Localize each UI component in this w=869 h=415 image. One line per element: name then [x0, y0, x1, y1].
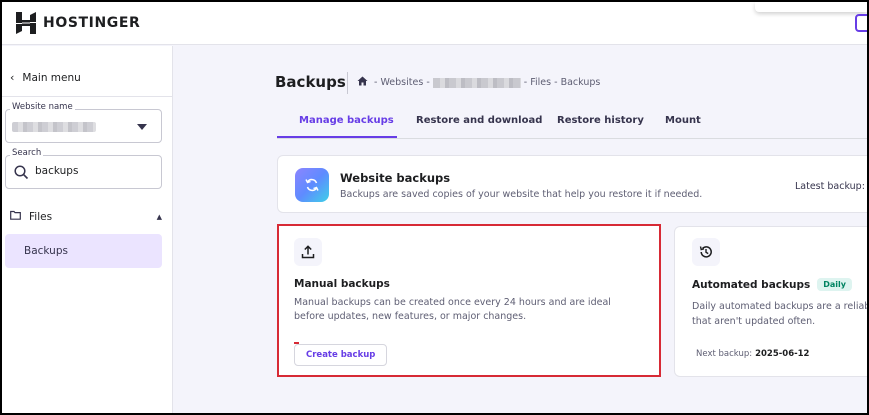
- automated-backups-description: Daily automated backups are a reliable t…: [692, 299, 867, 329]
- sidebar-item-label: Backups: [24, 245, 68, 257]
- hostinger-logo[interactable]: HOSTINGER: [16, 12, 140, 34]
- search-icon: [14, 165, 29, 184]
- automated-backups-card: Automated backups Daily Daily automated …: [674, 226, 867, 377]
- main-menu-link[interactable]: ‹ Main menu: [10, 71, 81, 84]
- history-icon: [692, 238, 720, 266]
- upload-icon: [294, 238, 322, 266]
- search-label: Search: [10, 148, 44, 158]
- breadcrumb-sep: -: [523, 77, 528, 88]
- breadcrumb-sep: -: [426, 77, 430, 88]
- folder-icon: [10, 210, 21, 223]
- daily-badge: Daily: [817, 278, 852, 291]
- website-backups-description: Backups are saved copies of your website…: [340, 189, 703, 200]
- chevron-up-icon: ▲: [156, 212, 162, 221]
- tab-manage-backups[interactable]: Manage backups: [299, 115, 394, 126]
- sidebar-group-files[interactable]: Files ▲: [10, 210, 162, 223]
- manual-backups-title: Manual backups: [294, 278, 390, 290]
- top-bar: HOSTINGER: [2, 2, 867, 45]
- latest-backup-label: Latest backup: 2: [795, 181, 867, 192]
- website-backups-title: Website backups: [340, 171, 451, 185]
- automated-desc-line2: that aren't updated often.: [692, 316, 816, 327]
- sidebar: ‹ Main menu Website name Search backups …: [2, 46, 173, 413]
- home-icon[interactable]: [357, 76, 368, 89]
- tab-restore-and-download[interactable]: Restore and download: [416, 115, 542, 126]
- chevron-left-icon: ‹: [10, 71, 15, 84]
- logo-text: HOSTINGER: [43, 15, 141, 31]
- next-backup: Next backup: 2025-06-12: [696, 349, 809, 359]
- automated-backups-heading: Automated backups Daily: [692, 278, 852, 291]
- breadcrumb-sep: -: [554, 77, 558, 88]
- next-backup-label: Next backup:: [696, 349, 753, 359]
- search-input[interactable]: Search backups: [5, 148, 162, 189]
- website-name-redacted: [12, 122, 96, 132]
- backup-sync-icon: [295, 168, 329, 202]
- website-select[interactable]: Website name: [5, 102, 162, 143]
- next-backup-date: 2025-06-12: [755, 349, 810, 359]
- sidebar-divider: [2, 96, 172, 97]
- manual-backups-card: Manual backups Manual backups can be cre…: [277, 224, 661, 377]
- tab-bar: Manage backups Restore and download Rest…: [277, 103, 867, 139]
- main-menu-label: Main menu: [22, 71, 81, 84]
- website-select-label: Website name: [10, 102, 75, 112]
- search-value: backups: [35, 165, 79, 177]
- caret-down-icon: [137, 124, 147, 130]
- manual-backups-description: Manual backups can be created once every…: [294, 297, 611, 322]
- hostinger-logo-icon: [16, 12, 36, 34]
- breadcrumb-sep: -: [374, 77, 378, 88]
- website-backups-card: Website backups Backups are saved copies…: [277, 155, 867, 213]
- gift-icon[interactable]: [855, 14, 867, 32]
- breadcrumb: - Websites - - Files - Backups: [357, 76, 600, 89]
- tab-restore-history[interactable]: Restore history: [557, 115, 644, 126]
- breadcrumb-files[interactable]: Files: [530, 77, 551, 88]
- sidebar-group-files-label: Files: [29, 210, 53, 223]
- create-backup-button[interactable]: Create backup: [294, 344, 388, 366]
- breadcrumb-websites[interactable]: Websites: [380, 77, 423, 88]
- breadcrumb-backups: Backups: [560, 77, 601, 88]
- automated-backups-title: Automated backups: [692, 278, 811, 291]
- tab-mount[interactable]: Mount: [665, 115, 701, 126]
- active-tab-indicator: [277, 136, 397, 138]
- app-window: HOSTINGER ‹ Main menu Website name Searc…: [2, 2, 867, 413]
- sidebar-item-backups[interactable]: Backups: [5, 234, 162, 268]
- breadcrumb-domain-redacted[interactable]: [432, 77, 521, 88]
- title-divider: [347, 72, 348, 94]
- page-title: Backups: [275, 73, 346, 91]
- top-right-popover: [755, 2, 867, 12]
- automated-desc-line1: Daily automated backups are a reliable: [692, 301, 867, 312]
